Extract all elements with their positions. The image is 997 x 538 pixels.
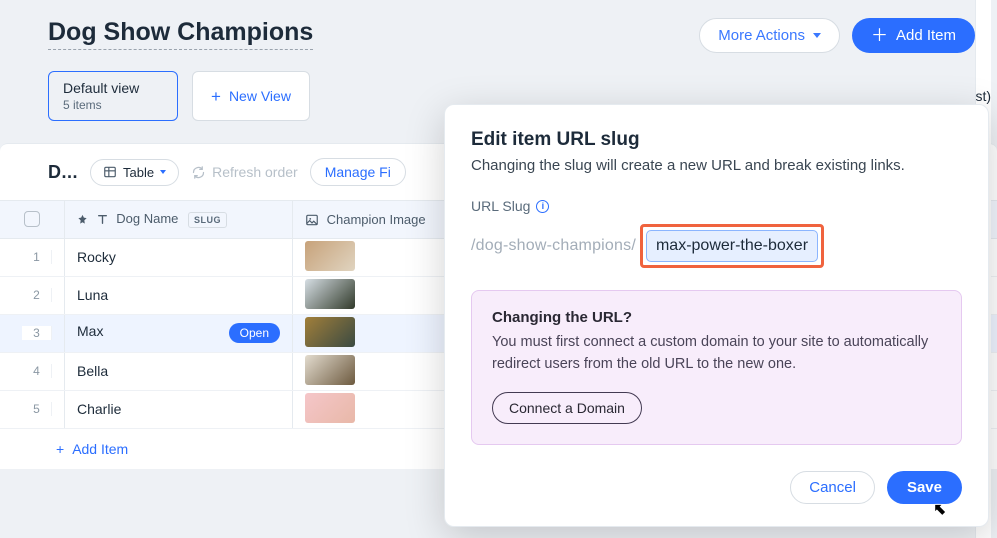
view-tab-count: 5 items: [63, 98, 163, 112]
chevron-down-icon: [813, 33, 821, 38]
checkbox-icon: [24, 211, 40, 227]
refresh-icon: [191, 165, 206, 180]
chevron-down-icon: [160, 170, 166, 174]
new-view-label: New View: [229, 88, 291, 104]
add-item-button[interactable]: ＋ Add Item: [852, 18, 975, 53]
select-all-header[interactable]: [0, 201, 65, 239]
drag-handle-icon[interactable]: ⋮⋮: [12, 407, 22, 412]
cell-name[interactable]: Max Open: [65, 314, 293, 352]
column-header-name[interactable]: Dog Name SLUG: [65, 201, 293, 239]
image-thumbnail: [305, 355, 355, 385]
slug-input[interactable]: [646, 230, 818, 262]
column-image-label: Champion Image: [327, 212, 426, 227]
open-badge[interactable]: Open: [229, 323, 280, 343]
row-index: 5: [22, 402, 52, 416]
image-icon: [305, 213, 319, 227]
save-button-label: Save: [907, 479, 942, 496]
cell-name[interactable]: Charlie: [65, 390, 293, 428]
column-name-label: Dog Name: [116, 211, 178, 226]
info-icon[interactable]: i: [536, 200, 549, 213]
view-tab-default[interactable]: Default view 5 items: [48, 71, 178, 121]
table-icon: [103, 165, 117, 179]
image-thumbnail: [305, 317, 355, 347]
pin-icon: [77, 214, 88, 225]
cancel-button[interactable]: Cancel: [790, 471, 875, 504]
refresh-label: Refresh order: [212, 164, 298, 180]
drag-handle-icon[interactable]: ⋮⋮: [12, 255, 22, 260]
collection-title-truncated: D...: [48, 162, 78, 183]
edit-slug-modal: Edit item URL slug Changing the slug wil…: [444, 104, 989, 527]
new-view-button[interactable]: + New View: [192, 71, 310, 121]
row-index: 2: [22, 288, 52, 302]
domain-callout: Changing the URL? You must first connect…: [471, 290, 962, 445]
refresh-order-button[interactable]: Refresh order: [191, 164, 298, 180]
drag-handle-icon[interactable]: ⋮⋮: [12, 369, 22, 374]
image-thumbnail: [305, 279, 355, 309]
plus-icon: +: [211, 88, 221, 105]
slug-badge: SLUG: [188, 212, 227, 228]
plus-icon: +: [56, 441, 64, 457]
drag-handle-icon[interactable]: ⋮⋮: [12, 293, 22, 298]
add-item-label: Add Item: [896, 27, 956, 44]
add-item-row-label: Add Item: [72, 441, 128, 457]
row-index: 1: [22, 250, 52, 264]
connect-domain-button[interactable]: Connect a Domain: [492, 392, 642, 424]
more-actions-label: More Actions: [718, 27, 805, 44]
modal-title: Edit item URL slug: [471, 129, 962, 151]
plus-icon: ＋: [871, 27, 888, 44]
drag-handle-icon[interactable]: ⋮⋮: [12, 331, 22, 336]
manage-fields-button[interactable]: Manage Fi: [310, 158, 406, 186]
callout-title: Changing the URL?: [492, 309, 941, 326]
row-index: 4: [22, 364, 52, 378]
cell-name-text: Max: [77, 323, 103, 339]
field-label-text: URL Slug: [471, 198, 530, 214]
row-index: 3: [22, 326, 52, 340]
image-thumbnail: [305, 393, 355, 423]
side-text-fragment: st): [975, 88, 991, 104]
cell-name[interactable]: Bella: [65, 352, 293, 390]
page-title[interactable]: Dog Show Champions: [48, 18, 313, 50]
url-slug-field-label: URL Slug i: [471, 198, 962, 214]
modal-subtitle: Changing the slug will create a new URL …: [471, 157, 962, 174]
more-actions-button[interactable]: More Actions: [699, 18, 840, 53]
callout-body: You must first connect a custom domain t…: [492, 332, 941, 376]
cell-name[interactable]: Rocky: [65, 238, 293, 276]
slug-input-highlight: [640, 224, 824, 268]
view-mode-label: Table: [123, 165, 154, 180]
view-tab-name: Default view: [63, 80, 163, 96]
save-button[interactable]: Save ⬉: [887, 471, 962, 504]
cursor-icon: ⬉: [933, 500, 946, 518]
slug-prefix: /dog-show-champions/: [471, 237, 636, 255]
image-thumbnail: [305, 241, 355, 271]
text-icon: [96, 213, 109, 226]
view-mode-dropdown[interactable]: Table: [90, 159, 179, 186]
cell-name[interactable]: Luna: [65, 276, 293, 314]
